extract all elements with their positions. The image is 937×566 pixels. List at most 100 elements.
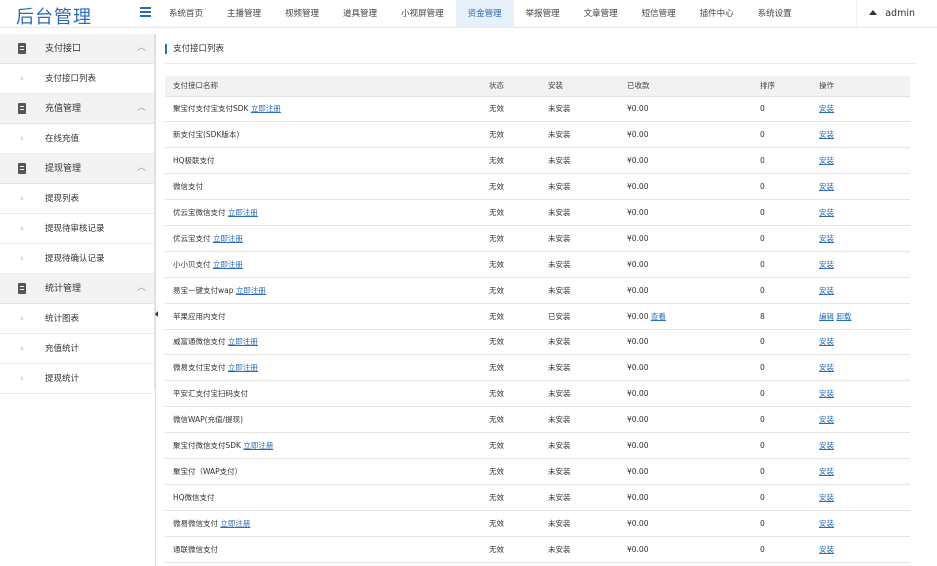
sidebar-group[interactable]: 提现管理 ︿ (0, 154, 154, 184)
sidebar-group-label: 提现管理 (45, 164, 82, 174)
table-row: 优云宝微信支付 立即注册 无效 未安装 ¥0.00 0 安装 (165, 199, 910, 226)
cell-actions: 安装 (811, 199, 910, 226)
nav-item-6[interactable]: 举报管理 (514, 0, 572, 28)
action-link[interactable]: 安装 (819, 208, 834, 217)
register-link[interactable]: 立即注册 (220, 519, 250, 528)
interface-name: 聚宝付微信支付SDK (173, 441, 241, 451)
cell-status: 无效 (481, 121, 540, 149)
action-link[interactable]: 安装 (819, 337, 834, 346)
register-link[interactable]: 立即注册 (213, 260, 243, 269)
register-link[interactable]: 立即注册 (228, 208, 258, 217)
nav-item-2[interactable]: 视频管理 (273, 0, 331, 28)
cell-sort: 8 (752, 303, 811, 330)
action-link[interactable]: 安装 (819, 104, 834, 113)
action-link[interactable]: 安装 (819, 182, 834, 191)
title-accent (165, 44, 167, 54)
paid-amount: ¥0.00 (627, 311, 649, 321)
action-link[interactable]: 安装 (819, 519, 834, 528)
sidebar-item-label: 提现列表 (45, 194, 80, 204)
sidebar-item[interactable]: › 提现待审核记录 (0, 214, 154, 244)
nav-item-3[interactable]: 道具管理 (331, 0, 389, 28)
action-link[interactable]: 安装 (819, 234, 834, 243)
table-row: 聚宝付（WAP支付） 无效 未安装 ¥0.00 0 安装 (165, 458, 910, 485)
action-link[interactable]: 安装 (819, 467, 834, 476)
table-row: HQ微信支付 无效 未安装 ¥0.00 0 安装 (165, 484, 910, 511)
cell-sort: 0 (752, 96, 811, 123)
cell-install: 未安装 (540, 406, 619, 434)
register-link[interactable]: 立即注册 (236, 286, 266, 295)
view-link[interactable]: 查看 (651, 312, 666, 321)
action-link[interactable]: 安装 (819, 286, 834, 295)
cell-status: 无效 (481, 406, 540, 434)
nav-item-5[interactable]: 资金管理 (455, 0, 514, 28)
action-link[interactable]: 安装 (819, 363, 834, 372)
cell-install: 未安装 (540, 458, 619, 485)
cell-status: 无效 (481, 458, 540, 485)
paid-amount: ¥0.00 (627, 285, 649, 295)
action-link[interactable]: 安装 (819, 130, 834, 139)
nav-item-8[interactable]: 短信管理 (630, 0, 688, 28)
sidebar-item[interactable]: › 提现待确认记录 (0, 244, 154, 274)
action-link[interactable]: 安装 (819, 441, 834, 450)
table-row: 易宝一键支付wap 立即注册 无效 未安装 ¥0.00 0 安装 (165, 277, 910, 304)
cell-install: 未安装 (540, 173, 619, 201)
action-link[interactable]: 编辑 (819, 312, 834, 321)
cell-name: 微信支付 (165, 173, 481, 201)
action-link[interactable]: 安装 (819, 493, 834, 502)
chevron-right-icon: › (20, 344, 24, 354)
cell-actions: 安装 (811, 277, 910, 304)
sidebar-group[interactable]: 充值管理 ︿ (0, 94, 154, 124)
main-nav: 系统首页 主播管理 视频管理 道具管理 小视屏管理 资金管理 举报管理 文章管理 短信管理 插件中… (157, 0, 804, 28)
action-link[interactable]: 安装 (819, 260, 834, 269)
cell-sort: 0 (752, 277, 811, 304)
nav-item-9[interactable]: 插件中心 (688, 0, 746, 28)
action-link[interactable]: 安装 (819, 545, 834, 554)
nav-item-0[interactable]: 系统首页 (157, 0, 215, 28)
nav-item-7[interactable]: 文章管理 (572, 0, 630, 28)
chevron-up-icon: ︿ (136, 43, 146, 53)
register-link[interactable]: 立即注册 (213, 234, 243, 243)
cell-install: 未安装 (540, 484, 619, 511)
sidebar-item[interactable]: › 支付接口列表 (0, 64, 154, 94)
interface-name: 威富通微信支付 (173, 337, 226, 347)
cell-install: 未安装 (540, 147, 619, 175)
cell-sort: 0 (752, 251, 811, 278)
register-link[interactable]: 立即注册 (243, 441, 273, 450)
sidebar-group[interactable]: 支付接口 ︿ (0, 34, 154, 64)
sidebar-group[interactable]: 统计管理 ︿ (0, 274, 154, 304)
interface-name: 苹果应用内支付 (173, 311, 226, 321)
sidebar-item[interactable]: › 提现统计 (0, 364, 154, 394)
sidebar-item[interactable]: › 提现列表 (0, 184, 154, 214)
action-link[interactable]: 安装 (819, 415, 834, 424)
header-name: 支付接口名称 (165, 76, 481, 97)
nav-item-4[interactable]: 小视屏管理 (389, 0, 456, 28)
nav-item-1[interactable]: 主播管理 (215, 0, 273, 28)
table-row: 优云宝支付 立即注册 无效 未安装 ¥0.00 0 安装 (165, 225, 910, 252)
action-link[interactable]: 卸载 (836, 312, 851, 321)
sidebar-item[interactable]: › 统计图表 (0, 304, 154, 334)
register-link[interactable]: 立即注册 (228, 363, 258, 372)
register-link[interactable]: 立即注册 (251, 104, 281, 113)
top-bar: 后台管理 系统首页 主播管理 视频管理 道具管理 小视屏管理 资金管理 举报管理 文章管理 短信… (0, 0, 937, 28)
cell-actions: 安装 (811, 121, 910, 149)
paid-amount: ¥0.00 (627, 259, 649, 269)
action-link[interactable]: 安装 (819, 156, 834, 165)
sidebar-item[interactable]: › 在线充值 (0, 124, 154, 154)
sidebar-item[interactable]: › 充值统计 (0, 334, 154, 364)
collapse-sidebar-icon[interactable] (155, 309, 159, 319)
table-row: 微易微信支付 立即注册 无效 未安装 ¥0.00 0 安装 (165, 510, 910, 537)
paid-amount: ¥0.00 (627, 415, 649, 425)
user-menu[interactable]: admin (856, 0, 927, 28)
cell-install: 未安装 (540, 380, 619, 408)
nav-item-10[interactable]: 系统设置 (746, 0, 804, 28)
cell-sort: 0 (752, 484, 811, 511)
table-row: 聚宝付微信支付SDK 立即注册 无效 未安装 ¥0.00 0 安装 (165, 432, 910, 459)
action-link[interactable]: 安装 (819, 389, 834, 398)
register-link[interactable]: 立即注册 (228, 337, 258, 346)
cell-name: 微易微信支付 立即注册 (165, 510, 481, 537)
caret-up-icon (869, 10, 878, 15)
cell-actions: 安装 (811, 536, 910, 563)
table-row: 新支付宝(SDK版本) 无效 未安装 ¥0.00 0 安装 (165, 121, 910, 149)
menu-toggle-icon[interactable] (140, 6, 151, 20)
header-install: 安装 (540, 76, 619, 97)
